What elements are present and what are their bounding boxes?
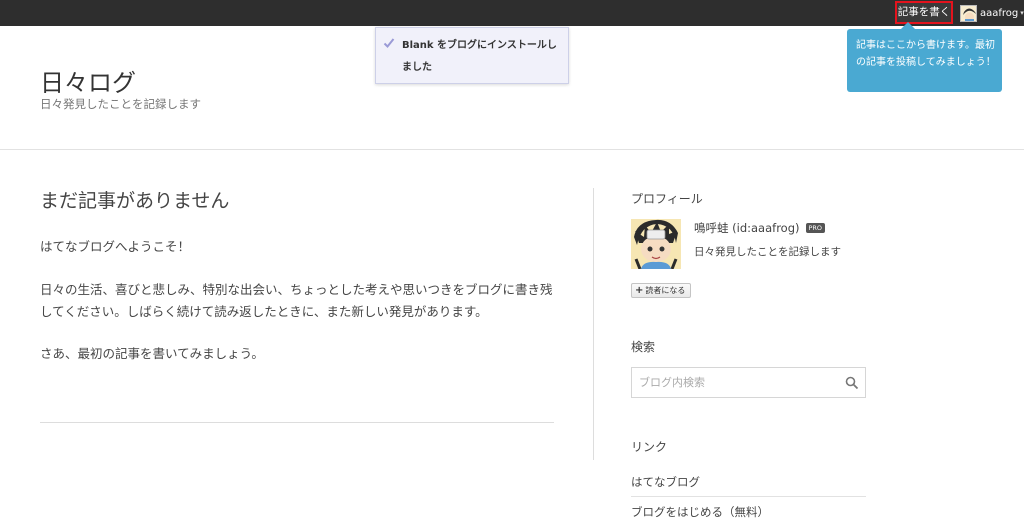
profile-name[interactable]: 鳴呼蛙 (id:aaafrog) bbox=[694, 220, 800, 236]
entry-paragraph-1: はてなブログへようこそ！ bbox=[40, 239, 191, 254]
pro-badge: PRO bbox=[805, 223, 826, 233]
link-start-blog[interactable]: ブログをはじめる（無料） bbox=[631, 504, 769, 520]
search-box bbox=[631, 367, 866, 398]
write-tooltip: 記事はここから書けます。最初の記事を投稿してみましょう！ bbox=[847, 22, 1002, 92]
global-header: 記事を書く aaafrog ▾ bbox=[0, 0, 1024, 26]
column-divider bbox=[593, 188, 594, 460]
header-divider bbox=[0, 149, 1024, 150]
profile-avatar[interactable] bbox=[631, 219, 681, 269]
link-divider bbox=[631, 496, 866, 497]
notice-text: Blank をブログにインストールしました bbox=[402, 40, 557, 73]
write-article-button[interactable]: 記事を書く bbox=[895, 1, 953, 24]
search-input[interactable] bbox=[632, 368, 837, 397]
profile-heading: プロフィール bbox=[631, 192, 703, 206]
entry-paragraph-3: さあ、最初の記事を書いてみましょう。 bbox=[40, 346, 264, 361]
subscribe-label: 読者になる bbox=[645, 286, 686, 295]
search-icon[interactable] bbox=[845, 376, 859, 390]
profile-name-row: 鳴呼蛙 (id:aaafrog) PRO bbox=[694, 220, 826, 236]
tooltip-text: 記事はここから書けます。最初の記事を投稿してみましょう！ bbox=[856, 40, 996, 68]
user-menu[interactable]: aaafrog ▾ bbox=[960, 4, 1024, 22]
profile-description: 日々発見したことを記録します bbox=[694, 246, 841, 258]
check-icon bbox=[383, 38, 395, 48]
username: aaafrog bbox=[980, 7, 1019, 19]
chevron-down-icon: ▾ bbox=[1020, 9, 1024, 17]
blog-description: 日々発見したことを記録します bbox=[40, 97, 201, 111]
search-heading: 検索 bbox=[631, 340, 656, 354]
subscribe-button[interactable]: + 読者になる bbox=[631, 283, 692, 298]
install-notice: Blank をブログにインストールしました bbox=[375, 27, 569, 84]
entry-title: まだ記事がありません bbox=[40, 190, 230, 212]
blog-title[interactable]: 日々ログ bbox=[40, 63, 136, 98]
entry-paragraph-2-line-2: してください。しばらく続けて読み返したときに、また新しい発見があります。 bbox=[40, 304, 488, 319]
entry-divider bbox=[40, 422, 554, 423]
links-heading: リンク bbox=[631, 440, 668, 454]
user-avatar bbox=[960, 4, 977, 22]
entry-paragraph-2-line-1: 日々の生活、喜びと悲しみ、特別な出会い、ちょっとした考えや思いつきをブログに書き… bbox=[40, 282, 553, 297]
plus-icon: + bbox=[635, 285, 644, 296]
link-hatena-blog[interactable]: はてなブログ bbox=[631, 474, 700, 490]
